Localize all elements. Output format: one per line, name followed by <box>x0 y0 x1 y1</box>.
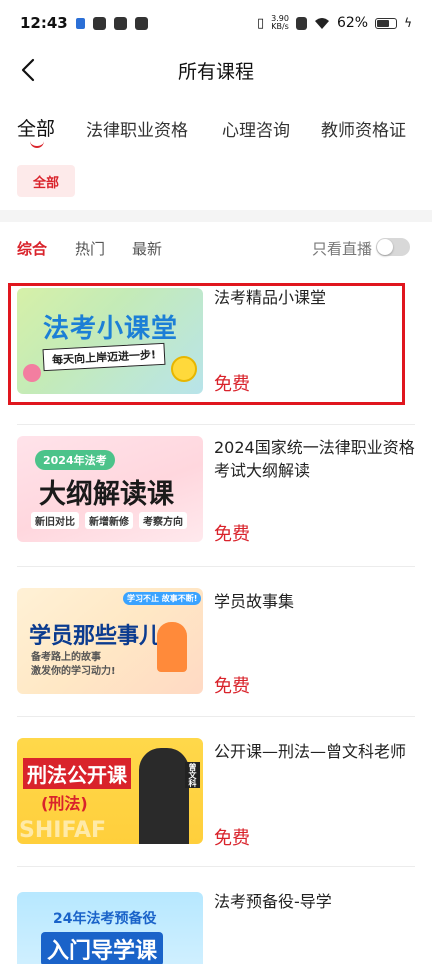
sort-comprehensive[interactable]: 综合 <box>17 238 47 259</box>
thumbnail-text: 激发你的学习动力! <box>31 666 116 677</box>
list-divider <box>17 866 415 867</box>
battery-percent: 62% <box>336 15 369 31</box>
back-button[interactable] <box>14 56 42 84</box>
vibrate-icon: ▯ <box>256 15 265 31</box>
battery-icon <box>375 17 398 29</box>
thumbnail-text: 学习不止 故事不断! <box>123 592 202 605</box>
course-item[interactable]: 刑法公开课 (刑法) SHIFAF 曾文科 公开课—刑法—曾文科老师 免费 <box>0 736 432 886</box>
course-price: 免费 <box>214 524 250 545</box>
list-divider <box>17 716 415 717</box>
thumbnail-text: 大纲解读课 <box>39 479 174 510</box>
chevron-left-icon <box>21 58 35 82</box>
list-divider <box>17 424 415 425</box>
course-thumbnail: 刑法公开课 (刑法) SHIFAF 曾文科 <box>17 738 203 844</box>
course-title: 法考预备役-导学 <box>214 892 332 911</box>
course-thumbnail: 学员那些事儿 备考路上的故事 激发你的学习动力! 学习不止 故事不断! <box>17 588 203 694</box>
thumbnail-text: 新旧对比 <box>31 512 79 529</box>
selection-highlight <box>8 283 405 405</box>
message-icon <box>134 16 148 30</box>
course-title: 学员故事集 <box>214 592 295 611</box>
list-divider <box>17 566 415 567</box>
section-divider <box>0 210 432 222</box>
notification-icon <box>75 17 85 29</box>
tab-legal-qualification[interactable]: 法律职业资格 <box>86 116 188 141</box>
sort-bar: 综合 热门 最新 只看直播 <box>0 234 432 264</box>
thumbnail-text: 2024年法考 <box>35 450 115 470</box>
tab-all[interactable]: 全部 <box>17 114 55 141</box>
network-speed: 3.90 KB/s <box>271 15 289 31</box>
status-bar: 12:43 ▯ 3.90 KB/s 62% ϟ <box>0 0 432 46</box>
tab-teacher-qualification[interactable]: 教师资格证 <box>321 116 406 141</box>
course-title: 公开课—刑法—曾文科老师 <box>214 742 407 761</box>
category-tabs: 全部 法律职业资格 心理咨询 教师资格证 <box>0 110 432 150</box>
toggle-knob <box>377 239 393 255</box>
charging-icon: ϟ <box>404 16 412 30</box>
live-only-toggle[interactable] <box>376 238 410 256</box>
student-illustration <box>157 622 187 672</box>
active-tab-indicator <box>30 140 44 148</box>
status-time: 12:43 <box>20 14 68 32</box>
thumbnail-text: 新增新修 <box>85 512 133 529</box>
nav-bar: 所有课程 <box>0 46 432 94</box>
sort-latest[interactable]: 最新 <box>132 238 162 259</box>
thumbnail-text: 24年法考预备役 <box>53 911 157 927</box>
thumbnail-text: (刑法) <box>41 794 88 813</box>
live-only-label: 只看直播 <box>311 240 372 258</box>
course-thumbnail: 2024年法考 大纲解读课 新旧对比 新增新修 考察方向 <box>17 436 203 542</box>
wifi-icon <box>314 17 329 29</box>
thumbnail-text: 入门导学课 <box>41 932 164 964</box>
app-notification-icon <box>113 16 127 30</box>
thumbnail-text: 刑法公开课 <box>23 758 131 789</box>
course-price: 免费 <box>214 676 250 697</box>
teacher-portrait <box>139 748 189 844</box>
thumbnail-text: 学员那些事儿 <box>29 624 162 649</box>
course-item[interactable]: 学员那些事儿 备考路上的故事 激发你的学习动力! 学习不止 故事不断! 学员故事… <box>0 584 432 734</box>
mail-icon <box>92 16 106 30</box>
network-speed-unit: KB/s <box>271 22 289 31</box>
thumbnail-text: 备考路上的故事 <box>31 652 101 663</box>
course-title: 2024国家统一法律职业资格考试大纲解读 <box>214 438 415 480</box>
course-item[interactable]: 2024年法考 大纲解读课 新旧对比 新增新修 考察方向 2024国家统一法律职… <box>0 432 432 582</box>
course-price: 免费 <box>214 828 250 849</box>
sort-popular[interactable]: 热门 <box>75 238 105 259</box>
thumbnail-text: 曾文科 <box>185 762 200 788</box>
filter-chip-all[interactable]: 全部 <box>17 165 75 197</box>
course-item[interactable]: 24年法考预备役 入门导学课 法考预备役-导学 <box>0 888 432 964</box>
thumbnail-text: SHIFAF <box>19 818 107 843</box>
course-thumbnail: 24年法考预备役 入门导学课 <box>17 892 203 964</box>
sim-icon <box>295 16 307 30</box>
page-title: 所有课程 <box>177 60 254 83</box>
tab-psychology[interactable]: 心理咨询 <box>222 116 290 141</box>
thumbnail-text: 考察方向 <box>139 512 187 529</box>
